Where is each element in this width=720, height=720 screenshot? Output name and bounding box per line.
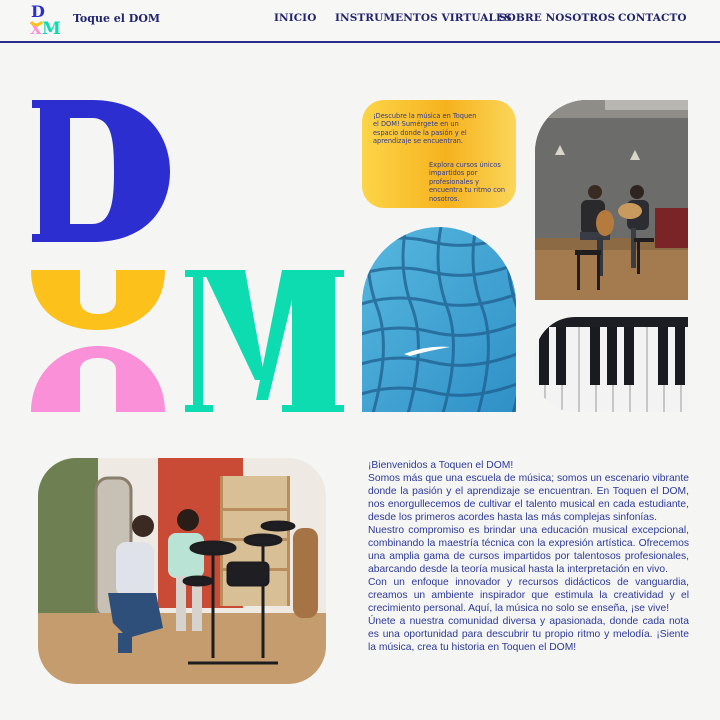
welcome-paragraph: Somos más que una escuela de música; som…	[368, 473, 689, 523]
piano-keys-photo	[535, 317, 688, 412]
welcome-heading: ¡Bienvenidos a Toquen el DOM!	[368, 460, 514, 471]
letter-d: D	[32, 100, 170, 242]
letter-m: M	[185, 270, 344, 412]
yellow-cup-shape	[31, 270, 165, 330]
welcome-paragraph: Con un enfoque innovador y recursos didá…	[368, 577, 689, 614]
bubble-text-2: Explora cursos únicos impartidos por pro…	[429, 161, 506, 203]
guitar-lesson-photo	[535, 100, 688, 300]
welcome-text: ¡Bienvenidos a Toquen el DOM! Somos más …	[368, 459, 689, 654]
welcome-paragraph: Únete a nuestra comunidad diversa y apas…	[368, 616, 689, 653]
bubble-text-1: ¡Descubre la música en Toquen el DOM! Su…	[373, 112, 477, 146]
drum-lesson-photo	[38, 458, 326, 684]
pool-water-photo	[362, 227, 516, 412]
welcome-paragraph: Nuestro compromiso es brindar una educac…	[368, 525, 689, 575]
pink-arch-shape	[31, 346, 165, 412]
intro-bubble: ¡Descubre la música en Toquen el DOM! Su…	[362, 100, 516, 208]
